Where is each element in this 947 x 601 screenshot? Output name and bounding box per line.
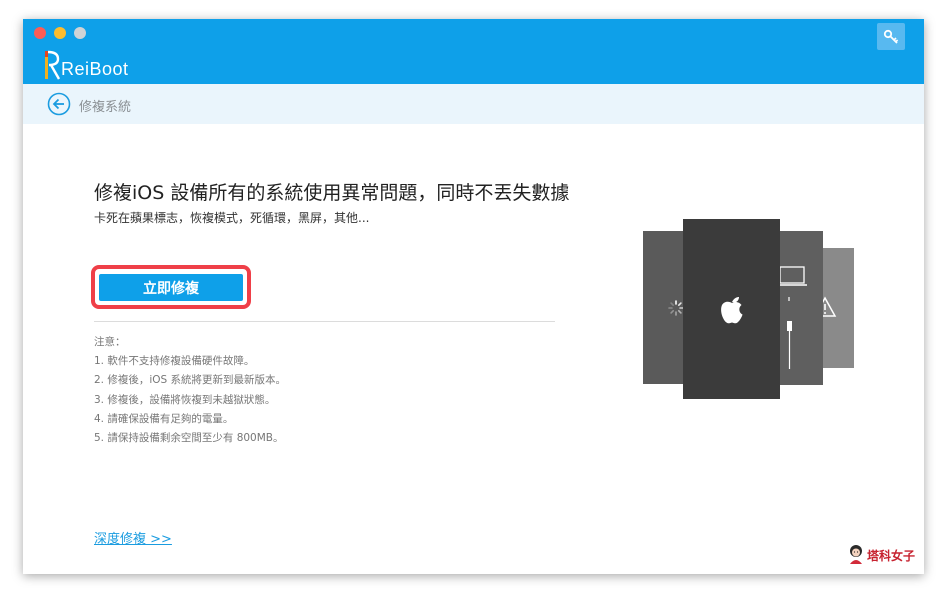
girl-avatar-icon: [850, 545, 862, 564]
laptop-cable-icon: [777, 266, 807, 369]
app-window: ReiBoot 修複系統 修複iOS 設備所有的系統使用異常問題，同時不丟失數據…: [23, 19, 924, 574]
main-subline: 卡死在蘋果標志，恢複模式，死循環，黑屏，其他...: [94, 211, 370, 225]
register-key-button[interactable]: [877, 23, 905, 50]
page-title: 修複系統: [79, 100, 132, 115]
note-item: 5. 請保持設備剩余空間至少有 800MB。: [94, 432, 284, 445]
sub-header: 修複系統: [23, 84, 924, 124]
minimize-window-button[interactable]: [54, 27, 66, 39]
note-item: 4. 請確保設備有足夠的電量。: [94, 412, 234, 425]
fix-button-highlight: 立即修複: [91, 265, 251, 309]
notes-section: 注意： 1. 軟件不支持修複設備硬件故障。 2. 修複後，iOS 系統將更新到最…: [94, 333, 286, 448]
back-arrow-circle-icon[interactable]: [47, 92, 71, 116]
zoom-window-button[interactable]: [74, 27, 86, 39]
key-icon: [883, 29, 899, 44]
divider: [94, 321, 555, 322]
repair-now-button[interactable]: 立即修複: [99, 274, 243, 301]
note-item: 1. 軟件不支持修複設備硬件故障。: [94, 355, 255, 368]
watermark-text: 塔科女子: [867, 549, 916, 563]
deep-repair-link[interactable]: 深度修複 >>: [94, 528, 172, 547]
screen-loading: [643, 231, 685, 384]
screen-recovery: [773, 231, 823, 385]
apple-logo-icon: [721, 297, 743, 324]
reiboot-logo-icon: [45, 50, 61, 80]
notes-title: 注意：: [94, 336, 126, 348]
app-name: ReiBoot: [61, 59, 129, 79]
loading-spinner-icon: [668, 300, 684, 316]
note-item: 3. 修複後，設備將恢複到未越獄狀態。: [94, 393, 276, 406]
titlebar: ReiBoot: [23, 19, 924, 84]
screen-apple-logo: [683, 219, 780, 399]
close-window-button[interactable]: [34, 27, 46, 39]
note-item: 2. 修複後，iOS 系統將更新到最新版本。: [94, 374, 287, 387]
main-headline: 修複iOS 設備所有的系統使用異常問題，同時不丟失數據: [94, 182, 570, 204]
